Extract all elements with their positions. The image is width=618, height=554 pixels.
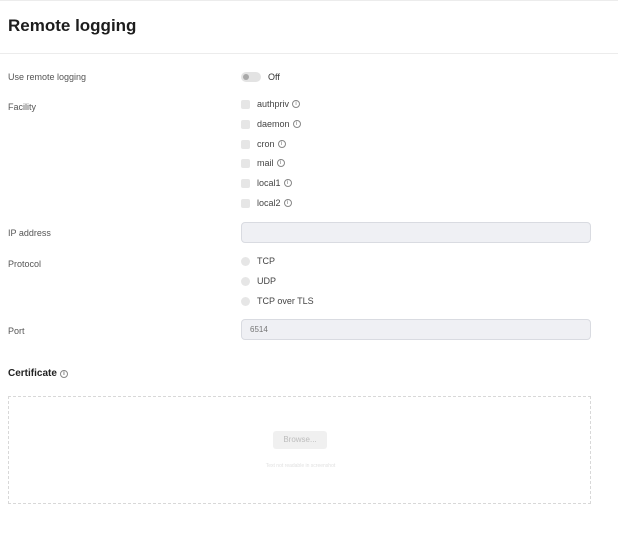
facility-option-daemon[interactable]: daemon i xyxy=(241,118,301,130)
protocol-option-udp[interactable]: UDP xyxy=(241,275,276,287)
facility-option-local2[interactable]: local2 i xyxy=(241,197,292,209)
page-title: Remote logging xyxy=(8,16,137,35)
info-icon[interactable]: i xyxy=(59,369,68,378)
port-field[interactable] xyxy=(241,319,591,340)
checkbox[interactable] xyxy=(241,198,250,208)
remote-logging-toggle[interactable] xyxy=(241,72,261,82)
checkbox[interactable] xyxy=(241,119,250,129)
facility-option-cron[interactable]: cron i xyxy=(241,138,286,150)
ip-address-field[interactable] xyxy=(241,222,591,243)
facility-option-label: daemon xyxy=(257,119,290,129)
ip-address-label: IP address xyxy=(8,228,51,238)
facility-option-label: cron xyxy=(257,139,275,149)
facility-label: Facility xyxy=(8,102,37,112)
protocol-option-label: UDP xyxy=(257,276,277,286)
toggle-knob xyxy=(243,74,249,80)
protocol-option-label: TCP over TLS xyxy=(257,296,314,306)
protocol-option-tcp-over-tls[interactable]: TCP over TLS xyxy=(241,295,314,307)
use-remote-logging-label: Use remote logging xyxy=(8,72,87,82)
info-icon[interactable]: i xyxy=(283,179,292,187)
facility-option-label: local1 xyxy=(257,178,281,188)
certificate-dropzone[interactable]: Browse... Text not readable in screensho… xyxy=(8,396,591,504)
facility-option-label: mail xyxy=(257,158,274,168)
facility-option-local1[interactable]: local1 i xyxy=(241,177,292,189)
certificate-title: Certificate xyxy=(8,368,57,379)
dropzone-hint: Text not readable in screenshot xyxy=(265,463,336,469)
info-icon[interactable]: i xyxy=(283,199,292,207)
port-label: Port xyxy=(8,326,25,336)
facility-option-label: local2 xyxy=(257,198,281,208)
browse-button[interactable]: Browse... xyxy=(273,431,327,449)
ip-address-input[interactable] xyxy=(250,228,580,237)
checkbox[interactable] xyxy=(241,99,250,109)
protocol-option-tcp[interactable]: TCP xyxy=(241,255,275,267)
radio-button[interactable] xyxy=(241,276,250,286)
page-header: Remote logging xyxy=(0,0,618,54)
facility-option-authpriv[interactable]: authpriv i xyxy=(241,98,301,110)
certificate-heading: Certificate i xyxy=(8,368,68,379)
checkbox[interactable] xyxy=(241,178,250,188)
checkbox[interactable] xyxy=(241,139,250,149)
protocol-label: Protocol xyxy=(8,259,42,269)
radio-button[interactable] xyxy=(241,256,250,266)
info-icon[interactable]: i xyxy=(292,120,301,128)
port-input[interactable] xyxy=(250,325,580,334)
protocol-option-label: TCP xyxy=(257,256,275,266)
radio-button[interactable] xyxy=(241,296,250,306)
toggle-state: Off xyxy=(268,72,280,82)
info-icon[interactable]: i xyxy=(276,159,285,167)
checkbox[interactable] xyxy=(241,158,250,168)
info-icon[interactable]: i xyxy=(277,140,286,148)
facility-option-mail[interactable]: mail i xyxy=(241,157,285,169)
facility-option-label: authpriv xyxy=(257,99,290,109)
info-icon[interactable]: i xyxy=(292,100,301,108)
